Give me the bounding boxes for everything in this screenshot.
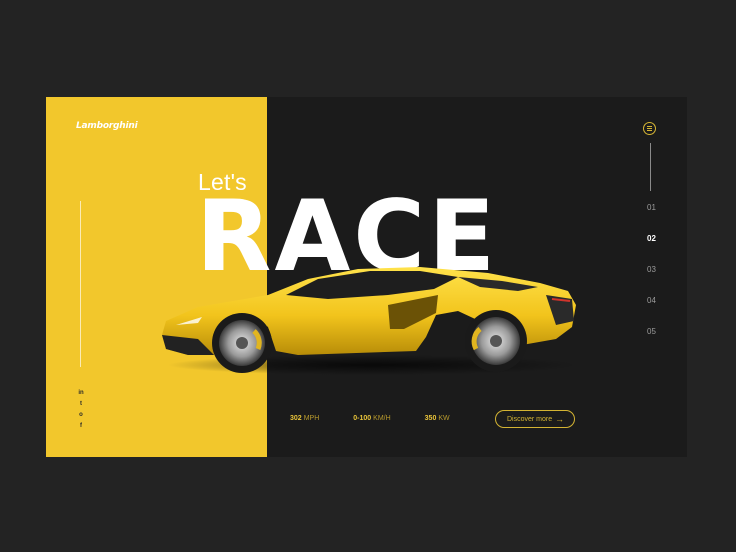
arrow-right-icon: →	[555, 414, 564, 424]
pager-item-03[interactable]: 03	[647, 264, 656, 276]
discover-more-button[interactable]: Discover more →	[495, 410, 575, 428]
pager-item-05[interactable]: 05	[647, 326, 656, 338]
stage: Lamborghini in t o f Let's RACE 302 MPH …	[0, 0, 736, 552]
stat-power: 350 KW	[425, 415, 450, 422]
car-stats: 302 MPH 0-100 KM/H 350 KW	[290, 415, 450, 422]
stat-acceleration: 0-100 KM/H	[353, 415, 390, 422]
stat-unit: KM/H	[373, 415, 391, 422]
vertical-divider	[80, 201, 81, 367]
brand-logo[interactable]: Lamborghini	[76, 121, 138, 131]
discover-more-label: Discover more	[507, 415, 553, 423]
stat-value: 0-100	[353, 415, 372, 422]
stat-value: 350	[424, 415, 437, 422]
social-links: in t o f	[76, 390, 86, 430]
linkedin-icon[interactable]: in	[78, 390, 83, 397]
stat-value: 302	[290, 415, 302, 422]
pager-item-01[interactable]: 01	[647, 202, 656, 214]
menu-icon[interactable]	[643, 122, 656, 135]
pager-divider	[650, 143, 651, 191]
pager-item-04[interactable]: 04	[647, 295, 656, 307]
twitter-icon[interactable]: t	[80, 401, 82, 408]
stat-unit: KW	[438, 415, 450, 422]
stat-top-speed: 302 MPH	[290, 415, 319, 422]
slide-pager: 01 02 03 04 05	[647, 202, 656, 338]
pager-item-02[interactable]: 02	[647, 233, 656, 245]
car-image	[162, 267, 578, 375]
hero-card: Lamborghini in t o f Let's RACE 302 MPH …	[46, 97, 687, 457]
stat-unit: MPH	[303, 415, 320, 422]
facebook-icon[interactable]: f	[80, 423, 82, 430]
instagram-icon[interactable]: o	[79, 412, 83, 419]
